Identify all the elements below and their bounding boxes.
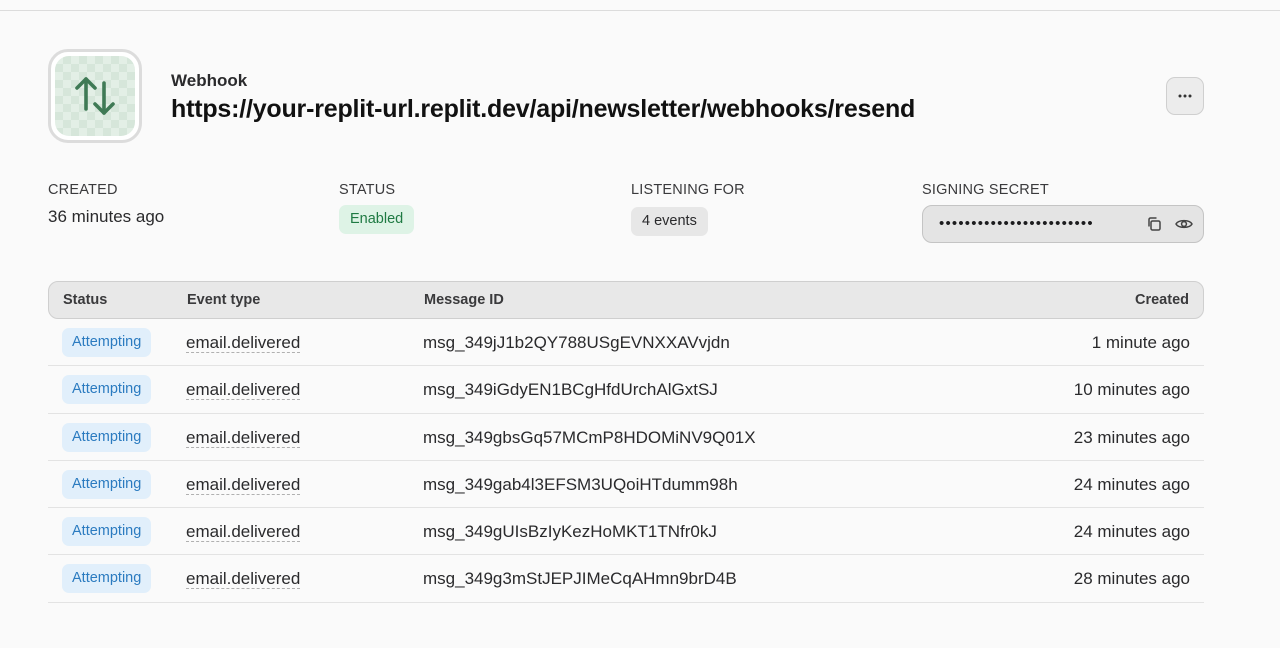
- status-badge: Enabled: [339, 205, 415, 234]
- row-created: 1 minute ago: [1091, 333, 1190, 352]
- table-header: Status Event type Message ID Created: [48, 281, 1204, 319]
- header-message-id: Message ID: [424, 292, 504, 308]
- row-status-badge[interactable]: Attempting: [62, 328, 152, 357]
- signing-secret-masked: ••••••••••••••••••••••••: [939, 215, 1094, 232]
- table-row[interactable]: Attempting email.delivered msg_349gab4l3…: [48, 461, 1204, 509]
- table-row[interactable]: Attempting email.delivered msg_349g3mStJ…: [48, 555, 1204, 603]
- arrows-up-down-icon: [55, 56, 135, 136]
- row-message-id[interactable]: msg_349iGdyEN1BCgHfdUrchAlGxtSJ: [423, 380, 718, 400]
- row-message-id[interactable]: msg_349gbsGq57MCmP8HDOMiNV9Q01X: [423, 428, 756, 448]
- messages-table: Status Event type Message ID Created Att…: [48, 281, 1204, 603]
- webhook-kind-label: Webhook: [171, 71, 248, 90]
- row-event-type[interactable]: email.delivered: [186, 522, 301, 543]
- row-status-badge[interactable]: Attempting: [62, 422, 152, 452]
- table-row[interactable]: Attempting email.delivered msg_349iGdyEN…: [48, 366, 1204, 414]
- row-created: 24 minutes ago: [1073, 522, 1190, 542]
- table-row[interactable]: Attempting email.delivered msg_349gbsGq5…: [48, 414, 1204, 461]
- ellipsis-icon: [1178, 94, 1192, 98]
- listening-for-label: LISTENING FOR: [631, 182, 745, 198]
- row-created: 10 minutes ago: [1073, 380, 1190, 400]
- eye-icon[interactable]: [1175, 215, 1193, 233]
- header-status: Status: [63, 292, 108, 308]
- row-event-type[interactable]: email.delivered: [186, 569, 301, 590]
- signing-secret-field: ••••••••••••••••••••••••: [922, 205, 1204, 243]
- row-created: 23 minutes ago: [1073, 427, 1190, 447]
- row-event-type[interactable]: email.delivered: [186, 475, 301, 495]
- row-created: 24 minutes ago: [1073, 474, 1190, 494]
- signing-secret-label: SIGNING SECRET: [922, 182, 1049, 198]
- table-row[interactable]: Attempting email.delivered msg_349jJ1b2Q…: [48, 319, 1204, 367]
- created-value: 36 minutes ago: [48, 207, 165, 226]
- table-row[interactable]: Attempting email.delivered msg_349gUIsBz…: [48, 508, 1204, 556]
- row-event-type[interactable]: email.delivered: [186, 380, 301, 401]
- created-label: CREATED: [48, 182, 118, 198]
- row-message-id[interactable]: msg_349gab4l3EFSM3UQoiHTdumm98h: [423, 475, 738, 495]
- row-status-badge[interactable]: Attempting: [62, 469, 152, 499]
- top-divider: [0, 10, 1280, 11]
- header-created: Created: [1135, 292, 1189, 308]
- row-message-id[interactable]: msg_349jJ1b2QY788USgEVNXXAVvjdn: [423, 333, 730, 353]
- row-status-badge[interactable]: Attempting: [62, 564, 152, 594]
- row-created: 28 minutes ago: [1073, 569, 1190, 589]
- row-message-id[interactable]: msg_349gUIsBzIyKezHoMKT1TNfr0kJ: [423, 522, 717, 542]
- row-event-type[interactable]: email.delivered: [186, 428, 301, 448]
- more-options-button[interactable]: [1166, 77, 1204, 115]
- row-event-type[interactable]: email.delivered: [186, 333, 301, 353]
- row-message-id[interactable]: msg_349g3mStJEPJIMeCqAHmn9brD4B: [423, 569, 737, 589]
- row-status-badge[interactable]: Attempting: [62, 375, 152, 405]
- status-label: STATUS: [339, 182, 396, 198]
- header-event-type: Event type: [187, 292, 261, 308]
- events-count-badge[interactable]: 4 events: [631, 207, 708, 236]
- webhook-url-title: https://your-replit-url.replit.dev/api/n…: [171, 95, 916, 123]
- copy-icon[interactable]: [1145, 215, 1163, 233]
- row-status-badge[interactable]: Attempting: [62, 517, 152, 547]
- webhook-logo: [48, 49, 142, 143]
